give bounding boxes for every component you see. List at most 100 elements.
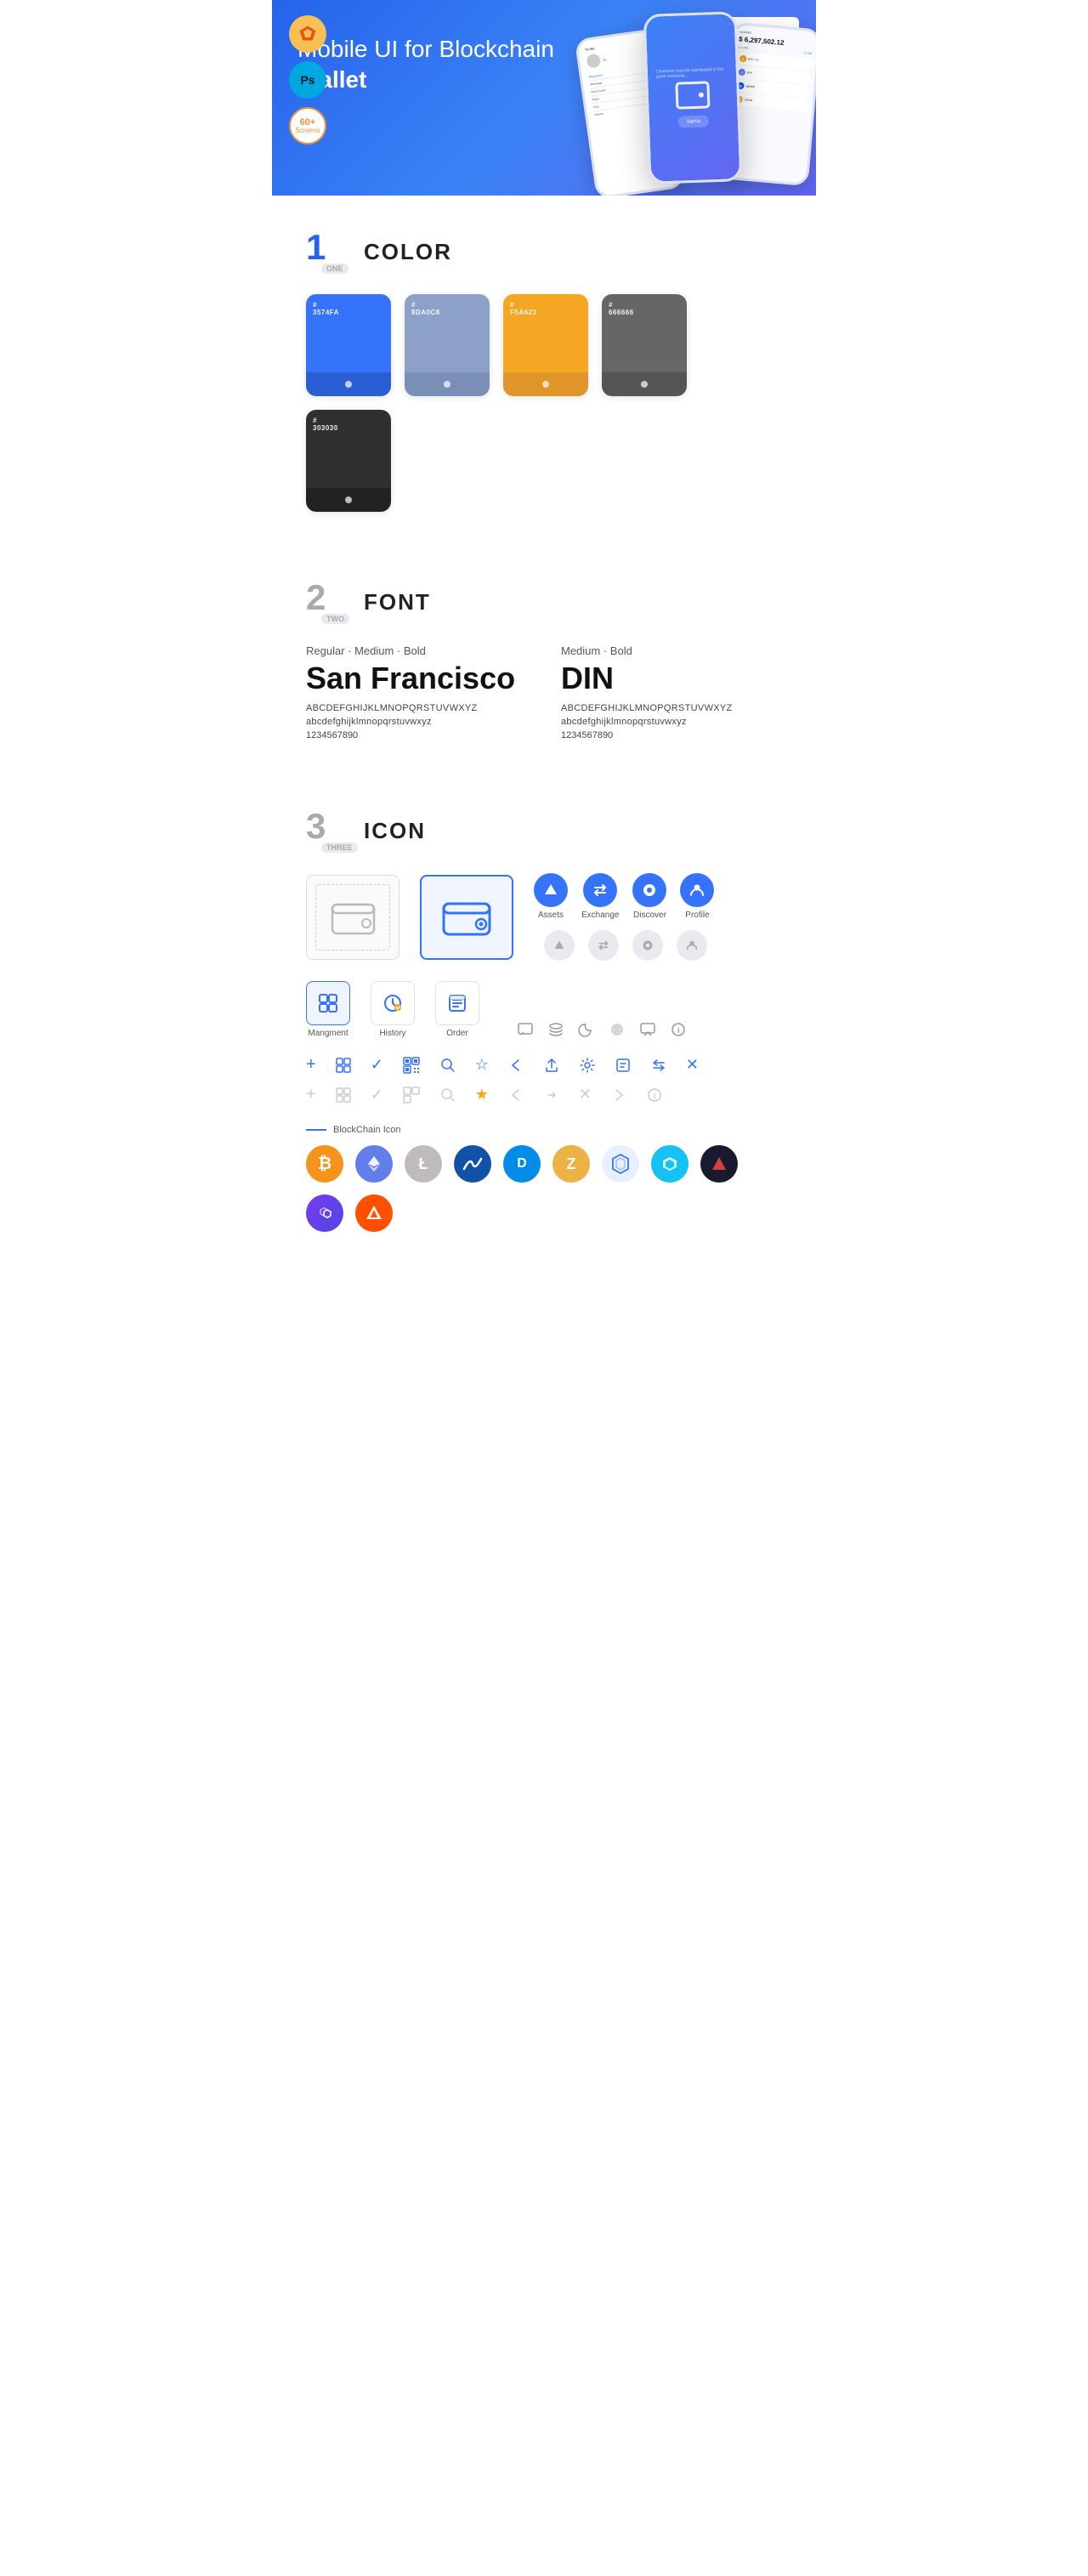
color-dot: [542, 381, 549, 388]
zec-icon: Z: [552, 1145, 590, 1183]
icons-section: Assets Exchange Discover: [306, 873, 782, 1266]
order-icon: [435, 981, 479, 1025]
moon-icon: [578, 1021, 595, 1038]
icon-wallet-colored: [420, 875, 513, 960]
font-din-name: DIN: [561, 661, 782, 696]
ps-badge: Ps: [289, 61, 326, 99]
exchange-icon-gray: [588, 930, 619, 961]
nav-icon-exchange: Exchange: [581, 873, 619, 920]
utility-icons-blue: + ✓ ☆ ✕: [306, 1055, 782, 1075]
color-dot: [345, 496, 352, 503]
share-icon-gray: [543, 1087, 560, 1104]
management-icon: [306, 981, 350, 1025]
polygon-icon: [306, 1194, 343, 1232]
blockchain-label: BlockChain Icon: [333, 1125, 401, 1135]
assets-icon-gray: [544, 930, 575, 961]
font-sf-style: Regular · Medium · Bold: [306, 644, 527, 657]
sketch-badge: [289, 15, 326, 53]
check-icon: ✓: [371, 1056, 383, 1074]
crypto-icons-row: ₿ Ł D Z: [306, 1145, 782, 1232]
net-icon: [602, 1145, 639, 1183]
color-dot: [345, 381, 352, 388]
ltc-icon: Ł: [405, 1145, 442, 1183]
font-din: Medium · Bold DIN ABCDEFGHIJKLMNOPQRSTUV…: [561, 644, 782, 740]
chat-icon: [639, 1021, 656, 1038]
edit-grid-icon: [335, 1057, 352, 1074]
fonts-row: Regular · Medium · Bold San Francisco AB…: [306, 644, 782, 740]
utility-icons-gray: + ✓ ★ ✕ i: [306, 1085, 782, 1104]
nav-icons-panel: Assets Exchange Discover: [534, 873, 714, 961]
nav-icon-profile: Profile: [680, 873, 714, 920]
font-sf-name: San Francisco: [306, 661, 527, 696]
comment-icon: [517, 1021, 534, 1038]
hero-title: Mobile UI for Blockchain Wallet: [298, 34, 570, 96]
qr-icon-gray: [402, 1086, 421, 1104]
font-sf: Regular · Medium · Bold San Francisco AB…: [306, 644, 527, 740]
colors-row: #3574FA #8DA0C8 #F5A623: [306, 294, 782, 512]
exchange-icon: [583, 873, 617, 907]
discover-icon: [632, 873, 666, 907]
close-icon-gray: ✕: [579, 1086, 592, 1104]
color-swatch-steel: #8DA0C8: [405, 294, 490, 396]
transfer-icon: [650, 1057, 667, 1074]
section-2-number: 2 TWO: [306, 580, 350, 624]
info-icon-gray: i: [646, 1087, 663, 1104]
side-icons-row: i: [517, 1021, 687, 1038]
upload-icon: [615, 1057, 632, 1074]
order-icon-item: Order: [435, 981, 479, 1038]
color-dot: [641, 381, 648, 388]
font-sf-lowercase: abcdefghijklmnopqrstuvwxyz: [306, 717, 527, 727]
discover-icon-gray: [632, 930, 663, 961]
svg-text:i: i: [677, 1026, 680, 1035]
assets-icon: [534, 873, 568, 907]
color-swatch-gray: #666666: [602, 294, 687, 396]
color-swatch-dark: #303030: [306, 410, 391, 512]
nav-icons-inactive: [541, 930, 714, 961]
history-icon: [371, 981, 415, 1025]
check-icon-gray: ✓: [371, 1086, 383, 1104]
blockchain-line: [306, 1129, 326, 1131]
ark-icon: [700, 1145, 738, 1183]
hero-badges: Ps 60+Screens: [289, 15, 326, 145]
svg-text:i: i: [654, 1092, 656, 1100]
font-title: FONT: [364, 589, 431, 616]
blockchain-label-row: BlockChain Icon: [306, 1125, 782, 1135]
edit-grid-icon-gray: [335, 1087, 352, 1104]
nav-icon-discover: Discover: [632, 873, 666, 920]
color-swatch-blue: #3574FA: [306, 294, 391, 396]
waves-icon: [454, 1145, 491, 1183]
search-icon-gray: [439, 1087, 456, 1104]
search-icon: [439, 1057, 456, 1074]
section-3-number: 3 THREE: [306, 809, 350, 853]
bat-icon: [355, 1194, 393, 1232]
phone-mockups: Profile AI... Mangment Message Red Cashe…: [574, 13, 816, 183]
close-icon: ✕: [686, 1056, 699, 1074]
screens-badge: 60+Screens: [289, 107, 326, 145]
font-sf-numbers: 1234567890: [306, 730, 527, 740]
section-1-number: 1 ONE: [306, 230, 350, 274]
main-content: 1 ONE COLOR #3574FA #8DA0C8 #F5A6: [272, 196, 816, 1266]
nav-icon-assets: Assets: [534, 873, 568, 920]
color-swatch-orange: #F5A623: [503, 294, 588, 396]
font-section-header: 2 TWO FONT: [306, 546, 782, 644]
plus-icon: +: [306, 1055, 316, 1075]
eth-icon: [355, 1145, 393, 1183]
font-din-lowercase: abcdefghijklmnopqrstuvwxyz: [561, 717, 782, 727]
back-icon: [507, 1057, 524, 1074]
font-din-style: Medium · Bold: [561, 644, 782, 657]
nav-icons-active: Assets Exchange Discover: [534, 873, 714, 920]
settings-icon: [579, 1057, 596, 1074]
color-dot: [444, 381, 450, 388]
dash-icon: D: [503, 1145, 541, 1183]
management-icon-item: Mangment: [306, 981, 350, 1038]
icon-display-row: Assets Exchange Discover: [306, 873, 782, 961]
forward-icon-gray: [610, 1087, 627, 1104]
str-icon: [651, 1145, 688, 1183]
star-icon-highlight: ★: [475, 1086, 489, 1104]
font-sf-uppercase: ABCDEFGHIJKLMNOPQRSTUVWXYZ: [306, 703, 527, 713]
font-din-uppercase: ABCDEFGHIJKLMNOPQRSTUVWXYZ: [561, 703, 782, 713]
share-icon: [543, 1057, 560, 1074]
icon-title: ICON: [364, 818, 426, 844]
stack-icon: [547, 1021, 564, 1038]
plus-icon-gray: +: [306, 1085, 316, 1104]
